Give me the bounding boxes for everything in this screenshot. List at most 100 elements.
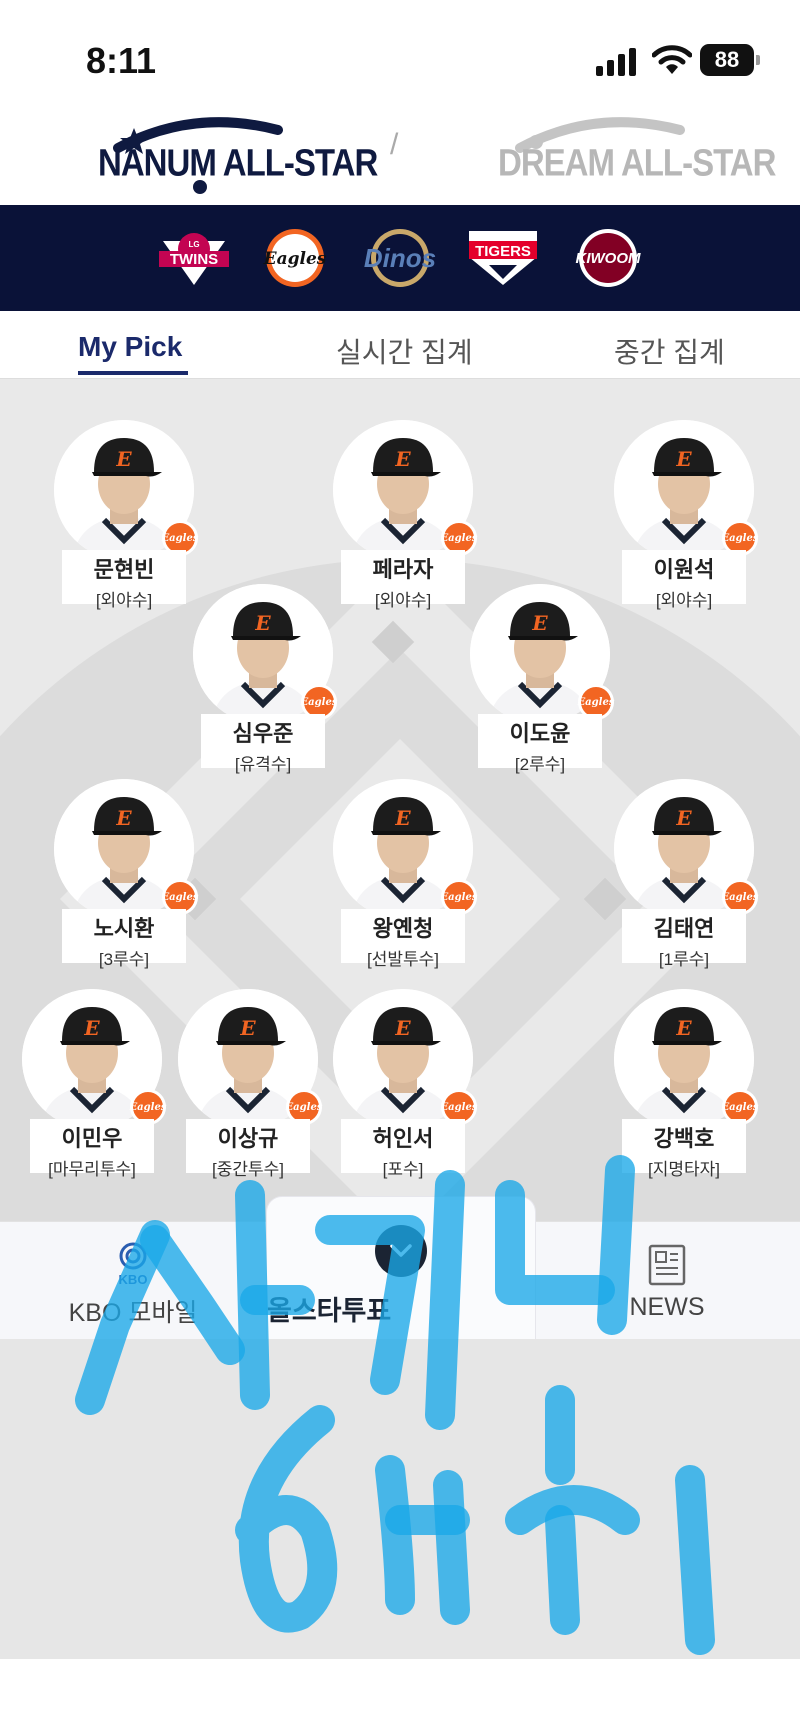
player-card[interactable]: E Eagles 이도윤 [2루수] — [470, 584, 614, 774]
tigers-wordmark: TIGERS — [475, 243, 531, 260]
nav-news-label: NEWS — [629, 1293, 705, 1321]
player-label: 심우준 [유격수] — [201, 714, 325, 774]
league-switch: NANUM ALL-STAR / DREAM ALL-STAR — [0, 110, 800, 205]
player-label: 이원석 [외야수] — [622, 550, 746, 610]
player-label: 노시환 [3루수] — [62, 909, 186, 969]
pick-tabs: My Pick 실시간 집계 중간 집계 — [0, 311, 800, 379]
player-card[interactable]: E Eagles 이원석 [외야수] — [614, 420, 758, 610]
team-dinos[interactable]: Dinos — [352, 227, 448, 289]
tab-realtime[interactable]: 실시간 집계 — [336, 331, 473, 371]
player-card[interactable]: E Eagles 왕옌청 [선발투수] — [333, 779, 477, 969]
bottom-nav: KBO KBO 모바일 올스타투표 NEWS — [0, 1196, 800, 1340]
player-label: 이상규 [중간투수] — [186, 1119, 310, 1179]
player-position: [2루수] — [514, 755, 566, 774]
team-eagles[interactable]: Eagles — [260, 227, 330, 289]
svg-text:KBO: KBO — [119, 1272, 148, 1287]
player-name: 왕옌청 — [372, 916, 434, 941]
wifi-icon — [652, 45, 692, 74]
player-name: 심우준 — [232, 721, 294, 746]
team-tigers[interactable]: TIGERS — [465, 227, 541, 289]
player-label: 강백호 [지명타자] — [622, 1119, 746, 1179]
player-position: [1루수] — [658, 950, 710, 969]
league-divider: / — [390, 128, 399, 161]
player-label: 왕옌청 [선발투수] — [341, 909, 465, 969]
status-bar: 8:11 88 — [0, 0, 800, 110]
nanum-allstar-tab[interactable]: NANUM ALL-STAR — [98, 141, 378, 185]
kbo-logo-icon: KBO — [119, 1242, 148, 1287]
dinos-wordmark: Dinos — [364, 243, 436, 273]
player-position: [포수] — [382, 1160, 424, 1179]
svg-text:E: E — [675, 447, 692, 471]
svg-text:E: E — [394, 806, 411, 830]
player-position: [선발투수] — [366, 950, 439, 969]
lineup-field: E Eagles 문현빈 [외야수] E Eagles 페라자 [외야수] E Eagles 이원석… — [0, 379, 800, 1221]
player-name: 문현빈 — [93, 557, 155, 582]
player-card[interactable]: E Eagles 노시환 [3루수] — [54, 779, 198, 969]
svg-text:E: E — [115, 806, 132, 830]
svg-text:E: E — [394, 447, 411, 471]
svg-text:E: E — [83, 1016, 100, 1040]
player-position: [외야수] — [655, 591, 713, 610]
content-below-nav — [0, 1339, 800, 1659]
tab-my-pick[interactable]: My Pick — [78, 331, 182, 363]
twins-logo-icon: LG TWINS — [159, 233, 229, 285]
active-tab-indicator — [78, 371, 188, 375]
dream-allstar-tab[interactable]: DREAM ALL-STAR — [498, 141, 776, 185]
eagles-logo-icon: Eagles — [263, 229, 327, 287]
player-name: 강백호 — [653, 1126, 715, 1151]
svg-text:E: E — [394, 1016, 411, 1040]
active-league-indicator — [193, 180, 207, 194]
player-name: 김태연 — [653, 916, 715, 941]
player-card[interactable]: E Eagles 이민우 [마무리투수] — [22, 989, 166, 1179]
player-card[interactable]: E Eagles 강백호 [지명타자] — [614, 989, 758, 1179]
player-name: 이상규 — [217, 1126, 279, 1151]
dinos-logo-icon: Dinos — [364, 229, 436, 287]
player-position: [3루수] — [98, 950, 150, 969]
player-position: [외야수] — [95, 591, 153, 610]
player-label: 페라자 [외야수] — [341, 550, 465, 610]
twins-wordmark: TWINS — [170, 251, 218, 268]
player-label: 이도윤 [2루수] — [478, 714, 602, 774]
battery-level: 88 — [700, 44, 754, 76]
svg-text:E: E — [254, 611, 271, 635]
nav-kbo-mobile[interactable]: KBO KBO 모바일 — [68, 1222, 198, 1340]
tab-interim[interactable]: 중간 집계 — [614, 331, 725, 371]
news-icon — [648, 1244, 686, 1286]
player-label: 문현빈 [외야수] — [62, 550, 186, 610]
player-position: [외야수] — [374, 591, 432, 610]
player-position: [마무리투수] — [48, 1160, 136, 1179]
player-name: 이원석 — [653, 557, 715, 582]
player-card[interactable]: E Eagles 심우준 [유격수] — [193, 584, 337, 774]
player-card[interactable]: E Eagles 페라자 [외야수] — [333, 420, 477, 610]
svg-text:E: E — [239, 1016, 256, 1040]
status-time: 8:11 — [86, 40, 157, 81]
battery-icon: 88 — [700, 44, 760, 76]
kiwoom-logo-icon: KIWOOM — [576, 229, 641, 287]
player-label: 김태연 [1루수] — [622, 909, 746, 969]
nav-allstar-vote-label: 올스타투표 — [267, 1296, 392, 1326]
nav-allstar-vote[interactable]: 올스타투표 — [266, 1196, 536, 1340]
kiwoom-wordmark: KIWOOM — [576, 250, 641, 267]
player-card[interactable]: E Eagles 문현빈 [외야수] — [54, 420, 198, 610]
chevron-down-icon — [375, 1225, 427, 1277]
player-card[interactable]: E Eagles 이상규 [중간투수] — [178, 989, 322, 1179]
team-kiwoom[interactable]: KIWOOM — [568, 227, 648, 289]
nav-kbo-mobile-label: KBO 모바일 — [68, 1299, 198, 1327]
svg-text:E: E — [675, 1016, 692, 1040]
player-card[interactable]: E Eagles 허인서 [포수] — [333, 989, 477, 1179]
svg-text:E: E — [115, 447, 132, 471]
player-position: [지명타자] — [647, 1160, 720, 1179]
svg-text:E: E — [675, 806, 692, 830]
team-twins[interactable]: LG TWINS — [155, 227, 233, 289]
player-name: 이민우 — [61, 1126, 123, 1151]
svg-text:E: E — [531, 611, 548, 635]
cellular-signal-icon — [596, 48, 636, 76]
svg-text:LG: LG — [188, 240, 199, 249]
player-name: 노시환 — [93, 916, 155, 941]
tigers-logo-icon: TIGERS — [469, 231, 537, 285]
player-card[interactable]: E Eagles 김태연 [1루수] — [614, 779, 758, 969]
player-label: 허인서 [포수] — [341, 1119, 465, 1179]
player-name: 허인서 — [372, 1126, 434, 1151]
nav-news[interactable]: NEWS — [624, 1222, 710, 1340]
player-position: [유격수] — [234, 755, 292, 774]
